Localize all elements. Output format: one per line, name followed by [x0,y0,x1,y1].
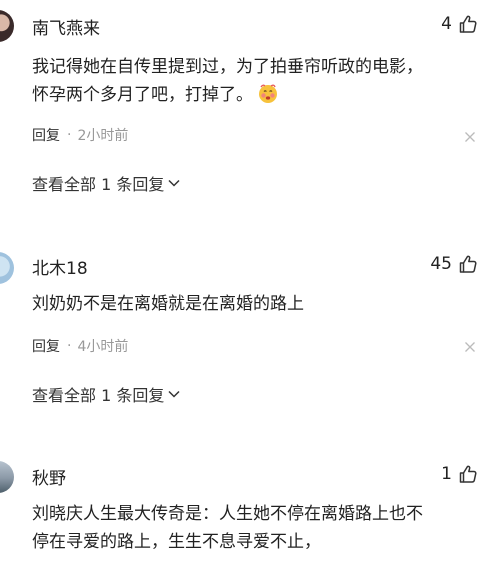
separator-dot: · [67,127,72,143]
comment-text: 我记得她在自传里提到过，为了拍垂帘听政的电影， 怀孕两个多月了吧，打掉了。 [32,53,478,109]
comment-text: 刘奶奶不是在离婚就是在离婚的路上 [32,290,478,318]
username[interactable]: 秋野 [32,464,66,489]
separator-dot: · [67,338,72,354]
like-button[interactable]: 4 [441,14,478,34]
avatar[interactable] [0,252,14,284]
view-all-replies-label: 查看全部 1 条回复 [32,386,165,405]
like-count: 4 [441,14,452,34]
close-icon[interactable] [464,131,476,143]
view-all-replies-label: 查看全部 1 条回复 [32,175,165,194]
avatar[interactable] [0,10,14,42]
thumbs-up-icon [459,15,477,33]
like-count: 1 [441,464,452,484]
comment-text: 刘晓庆人生最大传奇是：人生她不停在离婚路上也不 停在寻爱的路上，生生不息寻爱不止… [32,500,478,556]
comment-meta: 回复 · 4小时前 [32,336,128,356]
chevron-down-icon [168,390,180,398]
hot-face-emoji-icon [259,84,277,103]
like-button[interactable]: 45 [430,254,478,274]
timestamp: 4小时前 [77,339,129,355]
thumbs-up-icon [459,465,477,483]
view-all-replies-button[interactable]: 查看全部 1 条回复 [32,382,180,406]
comment-text-line: 我记得她在自传里提到过，为了拍垂帘听政的电影， [32,57,423,77]
close-icon[interactable] [464,341,476,353]
comment-text-line: 刘奶奶不是在离婚就是在离婚的路上 [32,294,304,314]
username[interactable]: 北木18 [32,254,88,279]
thumbs-up-icon [459,255,477,273]
view-all-replies-button[interactable]: 查看全部 1 条回复 [32,171,180,195]
comment-meta: 回复 · 2小时前 [32,125,128,145]
avatar[interactable] [0,461,14,493]
reply-button[interactable]: 回复 [32,125,60,145]
timestamp: 2小时前 [77,128,129,144]
chevron-down-icon [168,179,180,187]
username[interactable]: 南飞燕来 [32,14,100,39]
comment-text-line: 怀孕两个多月了吧，打掉了。 [32,81,478,109]
like-button[interactable]: 1 [441,464,478,484]
comment-text-line: 停在寻爱的路上，生生不息寻爱不止， [32,532,321,552]
like-count: 45 [430,254,452,274]
comment-text-line: 刘晓庆人生最大传奇是：人生她不停在离婚路上也不 [32,504,423,524]
comment-text-line-part: 怀孕两个多月了吧，打掉了。 [32,85,253,105]
reply-button[interactable]: 回复 [32,336,60,356]
